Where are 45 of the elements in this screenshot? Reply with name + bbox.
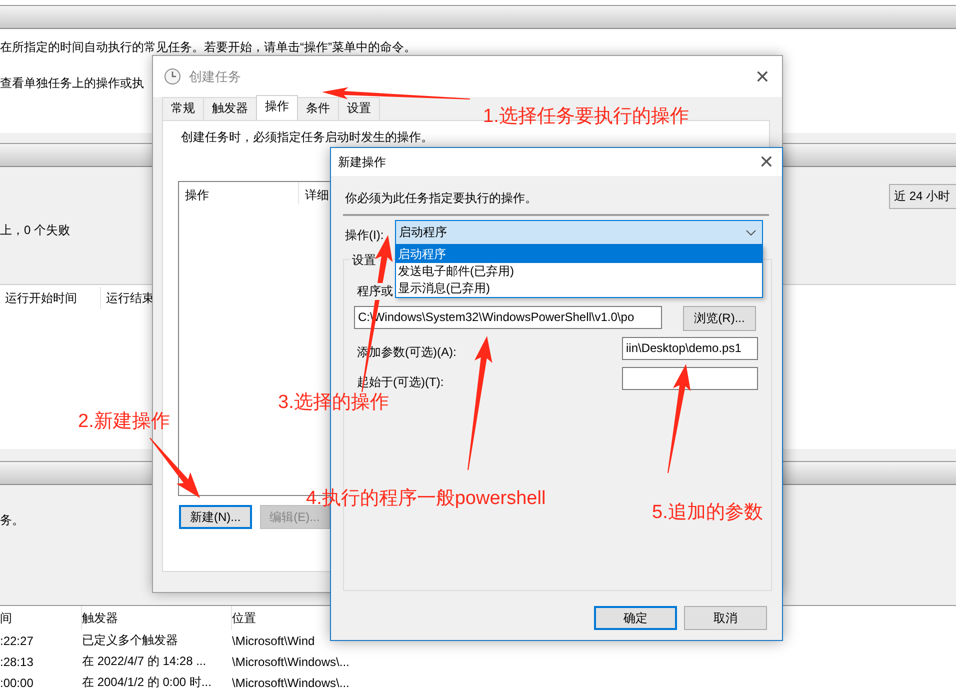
dropdown-option[interactable]: 启动程序 bbox=[396, 246, 762, 263]
action-dropdown[interactable]: 启动程序 bbox=[395, 220, 763, 245]
chevron-down-icon bbox=[746, 230, 756, 236]
clock-icon bbox=[164, 68, 181, 85]
instruction-text: 你必须为此任务指定要执行的操作。 bbox=[345, 190, 537, 207]
tab[interactable]: 常规 bbox=[162, 97, 204, 120]
cancel-button[interactable]: 取消 bbox=[684, 606, 767, 630]
annotation-label: 1.选择任务要执行的操作 bbox=[483, 105, 689, 129]
table-cell: \Microsoft\Windows\... bbox=[232, 676, 350, 690]
table-cell-text: 已定义多个触发器 bbox=[82, 632, 179, 649]
summary-text: 上，0 个失败 bbox=[0, 222, 70, 239]
table-cell-text: 在 2022/4/7 的 14:28 ... bbox=[82, 653, 208, 670]
panel-description: 创建任务时，必须指定任务启动时发生的操作。 bbox=[181, 129, 433, 146]
arguments-field[interactable]: iin\Desktop\demo.ps1 bbox=[622, 337, 758, 360]
tab[interactable]: 设置 bbox=[338, 97, 380, 120]
table-cell-text: :22:27 bbox=[0, 634, 34, 648]
description-text: 在所指定的时间自动执行的常见任务。若要开始，请单击“操作”菜单中的命令。 bbox=[0, 39, 416, 56]
annotation-arrow bbox=[150, 438, 200, 498]
dropdown-option[interactable]: 发送电子邮件(已弃用) bbox=[396, 263, 762, 280]
column-header[interactable]: 运行开始时间 bbox=[0, 287, 101, 309]
hint-text: 查看单独任务上的操作或执 bbox=[0, 75, 144, 92]
status-text: 务。 bbox=[0, 512, 24, 529]
tab[interactable]: 操作 bbox=[256, 95, 298, 120]
dropdown-option[interactable]: 显示消息(已弃用) bbox=[396, 280, 762, 297]
column-header[interactable]: 间 bbox=[0, 606, 82, 630]
column-header[interactable]: 操作 bbox=[179, 182, 299, 204]
dialog-title: 创建任务 bbox=[189, 68, 242, 86]
column-header[interactable]: 触发器 bbox=[82, 606, 232, 630]
program-label: 程序或 bbox=[357, 283, 393, 300]
annotation-label: 2.新建操作 bbox=[78, 410, 170, 434]
close-icon[interactable]: ✕ bbox=[758, 153, 774, 171]
annotation-label: 5.追加的参数 bbox=[652, 501, 763, 525]
range-dropdown[interactable]: 近 24 小时 bbox=[889, 184, 956, 209]
table-cell-text: :00:00 bbox=[0, 676, 34, 690]
close-icon[interactable]: ✕ bbox=[754, 68, 770, 86]
table-cell: \Microsoft\Wind bbox=[232, 634, 315, 648]
table-cell-text: :28:13 bbox=[0, 654, 34, 668]
table-cell: \Microsoft\Windows\... bbox=[232, 654, 350, 668]
dialog-title: 新建操作 bbox=[338, 154, 387, 170]
start-in-field[interactable] bbox=[622, 367, 758, 390]
ok-button[interactable]: 确定 bbox=[594, 606, 677, 630]
table-cell-text: 在 2004/1/2 的 0:00 时... bbox=[82, 674, 212, 691]
browse-button[interactable]: 浏览(R)... bbox=[683, 306, 756, 331]
new-button[interactable]: 新建(N)... bbox=[179, 505, 252, 529]
action-label: 操作(I): bbox=[345, 227, 384, 244]
